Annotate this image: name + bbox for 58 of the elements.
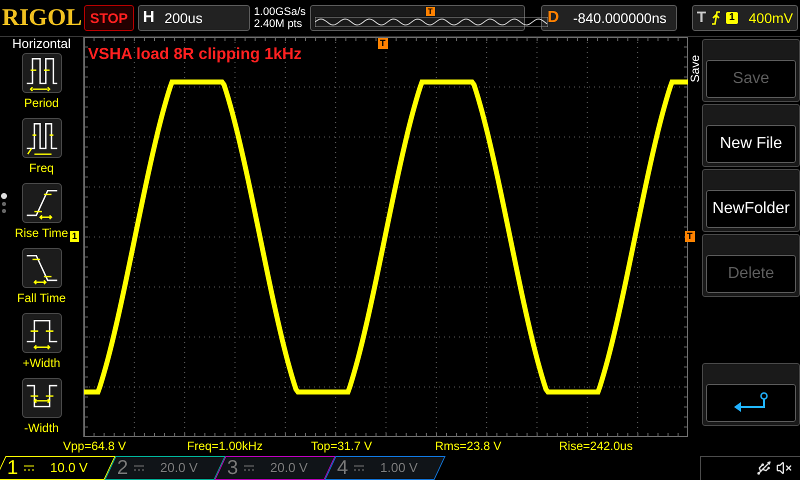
softkey-button[interactable]: NewFolder (706, 190, 796, 228)
channel-scale: 10.0 V (50, 458, 88, 477)
sample-rate: 1.00GSa/s (254, 6, 306, 18)
dc-coupling-icon (354, 464, 364, 472)
channel-number: 4 (337, 458, 348, 478)
channel-number: 1 (7, 458, 18, 478)
measurement-reading: Top=31.7 V (311, 438, 374, 455)
measure-label: +Width (22, 355, 60, 372)
measure-label: Rise Time (14, 225, 68, 242)
measure-label: -Width (24, 420, 59, 437)
channel-number: 2 (117, 458, 128, 478)
measurement-reading: Vpp=64.8 V (63, 438, 128, 455)
trigger-level: 400mV (748, 8, 793, 28)
measure-button[interactable] (22, 248, 62, 288)
run-stop-button[interactable]: STOP (84, 5, 134, 31)
back-button[interactable] (706, 384, 796, 422)
channel-scale: 20.0 V (160, 458, 198, 477)
sine-wave-icon (314, 17, 548, 27)
trigger-level-marker: T (685, 231, 694, 242)
measure-label: Freq (29, 160, 54, 177)
channel-tab[interactable]: 1 10.0 V (0, 456, 116, 480)
measure-label: Period (24, 95, 59, 112)
dc-coupling-icon (244, 464, 254, 472)
menu-title: Horizontal (12, 36, 71, 52)
mute-icon (776, 460, 792, 476)
channel-tab[interactable]: 4 1.00 V (324, 456, 446, 480)
timebase-label: H (142, 8, 154, 28)
measure-button[interactable] (22, 378, 62, 418)
channel-tab[interactable]: 2 20.0 V (104, 456, 226, 480)
brand-logo: RIGOL (2, 6, 80, 30)
channel-marker: 1 (70, 231, 80, 242)
measure-button[interactable] (22, 183, 62, 223)
measurement-reading: Freq=1.00kHz (187, 438, 264, 455)
delay-label: D (548, 8, 560, 28)
channel-tab[interactable]: 3 20.0 V (214, 456, 336, 480)
usb-icon (756, 460, 772, 476)
channel-scale: 1.00 V (380, 458, 418, 477)
trigger-source: 1 (726, 12, 738, 24)
timebase-value: 200us (164, 8, 203, 28)
measurement-reading: Rise=242.0us (559, 438, 634, 455)
softkey-menu-title: Save (688, 55, 702, 82)
trigger-label: T (696, 8, 706, 28)
channel-scale: 20.0 V (270, 458, 308, 477)
dc-coupling-icon (134, 464, 144, 472)
trigger-position-marker: T (426, 7, 435, 16)
measurement-reading: Rms=23.8 V (435, 438, 502, 455)
measure-button[interactable] (22, 53, 62, 93)
annotation-text: VSHA load 8R clipping 1kHz (88, 45, 302, 65)
rising-edge-icon (711, 11, 722, 25)
measure-label: Fall Time (17, 290, 66, 307)
measure-button[interactable] (22, 118, 62, 158)
dc-coupling-icon (24, 464, 34, 472)
memory-depth: 2.40M pts (254, 18, 304, 30)
measure-button[interactable] (22, 313, 62, 353)
channel-number: 3 (227, 458, 238, 478)
delay-value: -840.000000ns (573, 8, 666, 28)
trigger-position-marker: T (378, 38, 388, 49)
softkey-button[interactable]: New File (706, 125, 796, 163)
